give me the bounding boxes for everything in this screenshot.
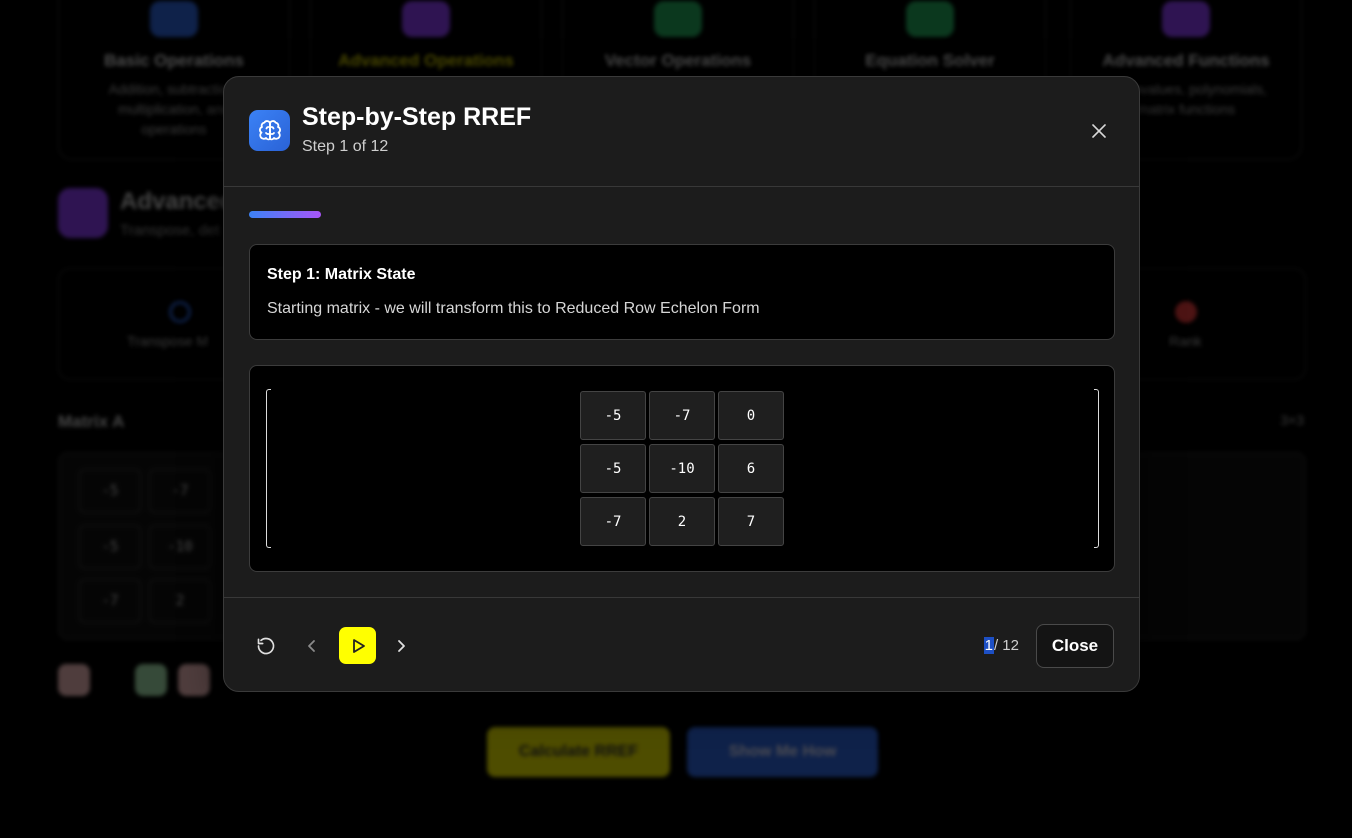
rank-icon [1175,301,1197,323]
equation-solver-icon [906,1,954,37]
matrix-cell: -7 [580,497,646,546]
show-me-how-button[interactable]: Show Me How [687,727,878,777]
transpose-icon [169,301,191,323]
advanced-functions-icon [1162,1,1210,37]
progress-fill [249,211,321,218]
total-steps: / 12 [993,637,1019,654]
close-icon[interactable] [1087,119,1111,143]
brain-icon [249,110,290,151]
modal-step-indicator: Step 1 of 12 [302,138,389,155]
matrix-cell: -5 [580,391,646,440]
operation-card-title: Advanced Functions [1102,51,1270,70]
step-title: Step 1: Matrix State [267,266,416,283]
operation-card-title: Vector Operations [604,51,752,70]
matrix-size: 3×3 [1280,412,1304,428]
matrix-cell: 6 [718,444,784,493]
matrix-input-cell[interactable]: -5 [79,525,141,569]
matrix-cell: 2 [649,497,715,546]
matrix-bracket-right [1094,389,1099,548]
section-subtitle: Transpose, det [120,222,220,239]
matrix-bracket-left [266,389,271,548]
function-label[interactable]: Rank [1169,333,1202,349]
progress-bar [249,211,1114,218]
step-counter: 1/ 12 [983,637,1019,654]
step-description-card: Step 1: Matrix State Starting matrix - w… [249,244,1115,340]
matrix-display: -5 -7 0 -5 -10 6 -7 2 7 [249,365,1115,572]
matrix-input-cell[interactable]: -10 [149,525,211,569]
basic-operations-icon [150,1,198,37]
preset-chip[interactable] [58,664,90,696]
advanced-operations-icon [402,1,450,37]
section-icon [58,188,108,238]
modal-header: Step-by-Step RREF Step 1 of 12 [224,77,1139,187]
matrix-grid: -5 -7 0 -5 -10 6 -7 2 7 [580,391,784,546]
matrix-cell: 0 [718,391,784,440]
matrix-cell: 7 [718,497,784,546]
function-label[interactable]: Transpose M [127,333,208,349]
modal-footer: 1/ 12 Close [224,597,1139,693]
chevron-right-icon[interactable] [383,628,419,664]
close-button[interactable]: Close [1036,624,1114,668]
matrix-cell: -5 [580,444,646,493]
operation-card-title: Advanced Operations [338,51,514,70]
section-title: Advanced [120,188,235,215]
operation-card-title: Equation Solver [865,51,995,70]
chevron-left-icon[interactable] [294,628,330,664]
matrix-cell: -7 [649,391,715,440]
rref-steps-modal: Step-by-Step RREF Step 1 of 12 Step 1: M… [223,76,1140,692]
modal-title: Step-by-Step RREF [302,103,532,131]
step-description: Starting matrix - we will transform this… [267,300,760,317]
matrix-input-cell[interactable]: -5 [79,469,141,513]
vector-operations-icon [654,1,702,37]
matrix-label: Matrix A [58,412,125,431]
preset-chip[interactable] [178,664,210,696]
reset-icon[interactable] [248,628,284,664]
matrix-input-cell[interactable]: -7 [149,469,211,513]
matrix-cell: -10 [649,444,715,493]
play-icon[interactable] [339,627,376,664]
preset-chip[interactable] [135,664,167,696]
current-step: 1 [983,637,994,654]
operation-card-title: Basic Operations [104,51,244,70]
calculate-rref-button[interactable]: Calculate RREF [487,727,670,777]
matrix-input-cell[interactable]: 2 [149,579,211,623]
matrix-input-cell[interactable]: -7 [79,579,141,623]
